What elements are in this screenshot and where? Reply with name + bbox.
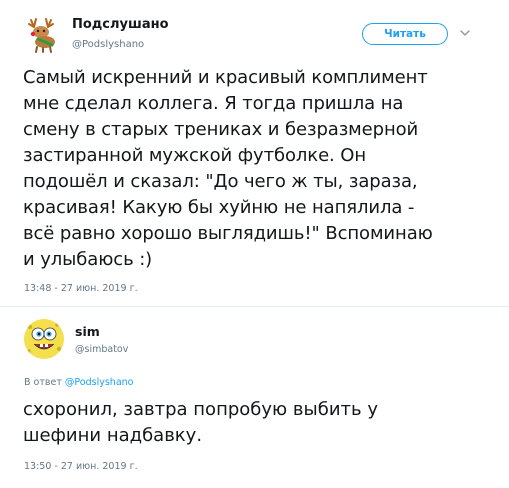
reply-to-line: В ответ @Podslyshano bbox=[24, 377, 133, 388]
reindeer-logo-icon[interactable] bbox=[24, 15, 62, 53]
reply-to-prefix: В ответ bbox=[24, 377, 62, 388]
tweet-text: Самый искренний и красивый комплимент мн… bbox=[23, 67, 433, 270]
follow-button[interactable]: Читать bbox=[362, 23, 448, 45]
reply-timestamp[interactable]: 13:50 - 27 июн. 2019 г. bbox=[24, 461, 138, 472]
reply-author-name[interactable]: sim bbox=[75, 324, 100, 339]
original-tweet: Подслушано @Podslyshano Читать Самый иск… bbox=[0, 0, 509, 306]
author-handle[interactable]: @Podslyshano bbox=[72, 39, 144, 50]
tweet-timestamp[interactable]: 13:48 - 27 июн. 2019 г. bbox=[24, 283, 138, 294]
divider bbox=[0, 306, 509, 307]
chevron-down-icon[interactable] bbox=[458, 25, 472, 39]
reply-text: схоронил, завтра попробую выбить у шефин… bbox=[23, 399, 378, 446]
reply-to-mention[interactable]: @Podslyshano bbox=[65, 377, 134, 388]
sponge-cartoon-avatar-icon[interactable] bbox=[24, 319, 64, 359]
author-name[interactable]: Подслушано bbox=[72, 17, 169, 32]
reply-author-handle[interactable]: @simbatov bbox=[75, 344, 128, 355]
